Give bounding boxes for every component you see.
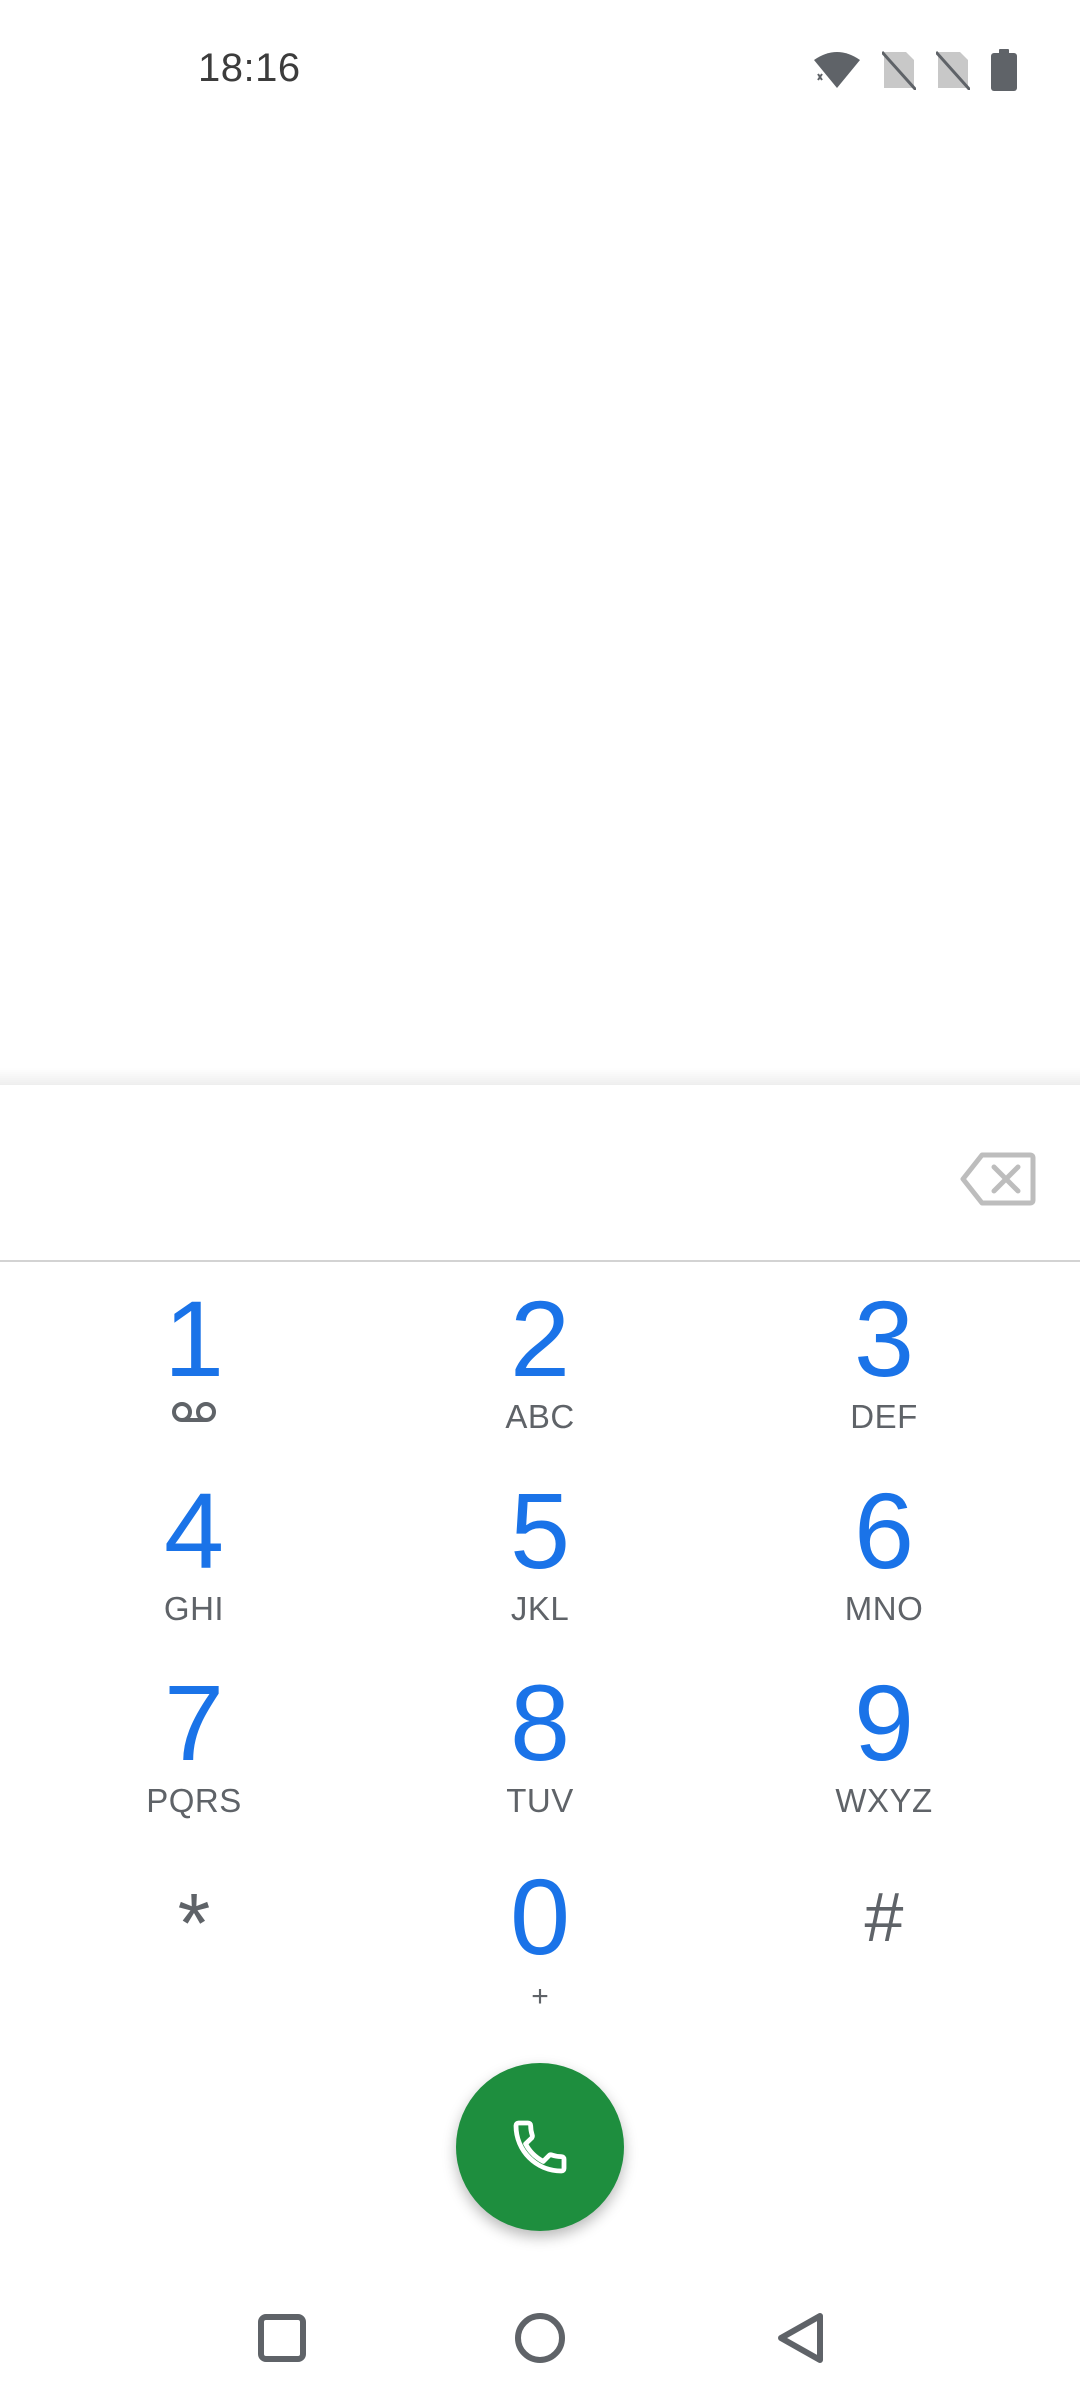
- backspace-icon: [960, 1152, 1036, 1206]
- key-digit: 9: [853, 1662, 915, 1783]
- search-results-area: [0, 140, 1080, 1075]
- key-digit: 5: [509, 1470, 571, 1591]
- back-triangle-icon: [778, 2313, 823, 2363]
- key-letters: ABC: [505, 1398, 575, 1435]
- recents-button[interactable]: [249, 2305, 315, 2371]
- key-letters: WXYZ: [835, 1782, 933, 1819]
- key-digit: 3: [853, 1278, 915, 1399]
- back-button[interactable]: [768, 2305, 834, 2371]
- key-9[interactable]: 9 WXYZ: [734, 1669, 1034, 1839]
- key-0[interactable]: 0 +: [390, 1863, 690, 2033]
- key-6[interactable]: 6 MNO: [734, 1477, 1034, 1647]
- key-letters: TUV: [506, 1782, 574, 1819]
- home-button[interactable]: [507, 2305, 573, 2371]
- key-digit: *: [177, 1876, 211, 1970]
- navigation-bar: [0, 2275, 1080, 2400]
- key-digit: 2: [509, 1278, 571, 1399]
- key-letters: MNO: [844, 1590, 924, 1627]
- key-digit: 0: [509, 1856, 571, 1977]
- key-letters: JKL: [510, 1590, 570, 1627]
- digits-input[interactable]: [40, 1125, 920, 1215]
- key-5[interactable]: 5 JKL: [390, 1477, 690, 1647]
- wifi-icon: [812, 50, 862, 90]
- divider: [0, 1260, 1080, 1262]
- status-time: 18:16: [198, 46, 301, 90]
- key-8[interactable]: 8 TUV: [390, 1669, 690, 1839]
- key-1[interactable]: 1: [44, 1285, 344, 1455]
- no-sim-icon: [936, 50, 970, 90]
- key-3[interactable]: 3 DEF: [734, 1285, 1034, 1455]
- key-letters: DEF: [850, 1398, 918, 1435]
- key-letters: GHI: [163, 1590, 225, 1627]
- key-pound[interactable]: #: [734, 1863, 1034, 2033]
- voicemail-icon: [172, 1402, 216, 1422]
- key-2[interactable]: 2 ABC: [390, 1285, 690, 1455]
- call-button[interactable]: [456, 2063, 624, 2231]
- key-digit: #: [864, 1878, 904, 1956]
- key-digit: 1: [163, 1278, 225, 1399]
- key-letters: +: [531, 1980, 549, 2013]
- key-4[interactable]: 4 GHI: [44, 1477, 344, 1647]
- backspace-button[interactable]: [960, 1151, 1036, 1207]
- battery-icon: [990, 49, 1018, 91]
- phone-icon: [513, 2120, 567, 2174]
- key-star[interactable]: *: [44, 1863, 344, 2033]
- digits-row: [0, 1085, 1080, 1260]
- home-circle-icon: [515, 2313, 565, 2363]
- recents-square-icon: [258, 2314, 306, 2362]
- dialer-screen: 18:16 1 2 ABC 3 DEF 4 GHI 5 JKL 6 MNO 7 …: [0, 0, 1080, 2400]
- key-letters: PQRS: [146, 1782, 242, 1819]
- no-sim-icon: [882, 50, 916, 90]
- status-icons: [812, 48, 1018, 92]
- status-bar: 18:16: [0, 0, 1080, 140]
- key-digit: 8: [509, 1662, 571, 1783]
- key-digit: 6: [853, 1470, 915, 1591]
- key-digit: 4: [163, 1470, 225, 1591]
- key-7[interactable]: 7 PQRS: [44, 1669, 344, 1839]
- key-digit: 7: [163, 1662, 225, 1783]
